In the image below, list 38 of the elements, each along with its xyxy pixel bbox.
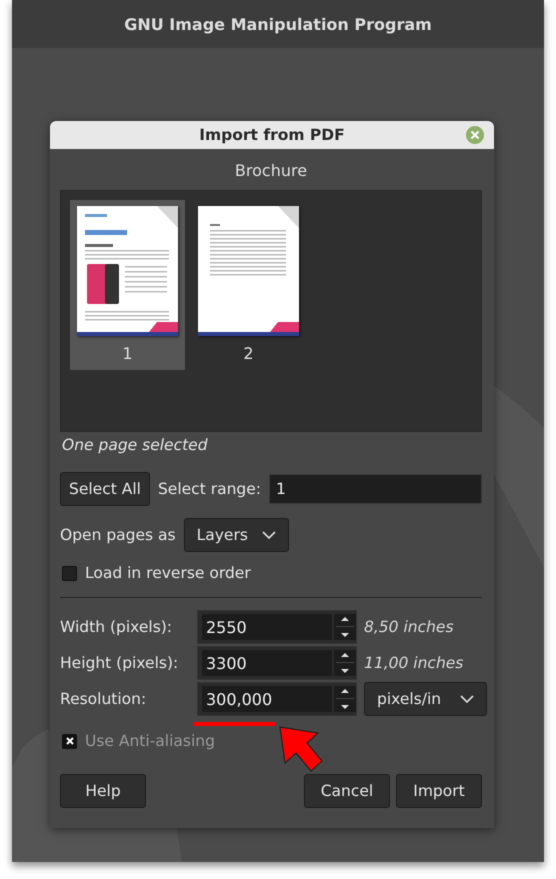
dialog-title: Import from PDF — [199, 126, 345, 144]
page-item[interactable]: 2 — [191, 200, 306, 370]
dialog-button[interactable]: Import — [396, 774, 482, 808]
arrow-annotation — [279, 726, 323, 772]
size-in-inches: 8,50 inches — [364, 618, 455, 636]
select-all-button[interactable]: Select All — [60, 472, 150, 506]
page-number: 2 — [243, 344, 254, 363]
number-field[interactable]: 3300 — [202, 650, 332, 676]
field-label: Resolution: — [60, 690, 148, 708]
select-range-label: Select range: — [158, 480, 262, 498]
size-in-inches: 11,00 inches — [364, 654, 464, 672]
range-field[interactable]: 1 — [269, 474, 482, 504]
check-mark-icon — [64, 736, 74, 746]
dialog-button[interactable]: Help — [60, 774, 146, 808]
chevron-down-icon — [460, 695, 474, 703]
document-title: Brochure — [234, 161, 308, 180]
number-field[interactable]: 2550 — [202, 614, 332, 640]
window-title: GNU Image Manipulation Program — [124, 14, 432, 34]
page-number: 1 — [122, 344, 133, 363]
checkbox-label: Use Anti-aliasing — [85, 732, 215, 750]
selection-status: One page selected — [62, 436, 209, 456]
page-item[interactable]: 1 — [70, 200, 185, 370]
checkbox[interactable] — [62, 566, 77, 580]
unit-dropdown[interactable]: pixels/in — [364, 682, 487, 716]
spin-up-icon[interactable] — [340, 652, 350, 658]
checkbox-label: Load in reverse order — [85, 564, 251, 582]
open-as-dropdown[interactable]: Layers — [184, 518, 289, 552]
spin-up-icon[interactable] — [340, 688, 350, 694]
number-field[interactable]: 300,000 — [202, 686, 332, 712]
spin-down-icon[interactable] — [340, 632, 350, 638]
spin-up-icon[interactable] — [340, 616, 350, 622]
field-label: Width (pixels): — [60, 618, 174, 636]
open-pages-label: Open pages as — [60, 526, 176, 544]
chevron-down-icon — [262, 531, 276, 539]
spin-down-icon[interactable] — [340, 668, 350, 674]
field-label: Height (pixels): — [60, 654, 180, 672]
dialog-button[interactable]: Cancel — [304, 774, 390, 808]
spin-down-icon[interactable] — [340, 704, 350, 710]
